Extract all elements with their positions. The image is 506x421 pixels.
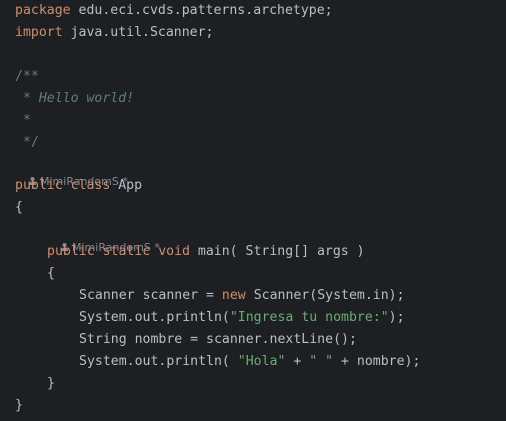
println-close: ); bbox=[388, 310, 405, 325]
code-line-main-decl[interactable]: public static void main( String[] args ) bbox=[47, 241, 365, 263]
keyword-class: class bbox=[70, 178, 111, 193]
code-line-class-decl[interactable]: public class App bbox=[15, 175, 142, 197]
keyword-package: package bbox=[15, 3, 71, 18]
string-literal-hola: "Hola" bbox=[237, 354, 286, 369]
method-close-brace[interactable]: } bbox=[47, 373, 55, 395]
code-line-nextline[interactable]: String nombre = scanner.nextLine(); bbox=[79, 329, 357, 351]
package-name: edu.eci.cvds.patterns.archetype; bbox=[70, 3, 333, 18]
method-open-brace[interactable]: { bbox=[47, 263, 55, 285]
keyword-static: static bbox=[102, 244, 151, 259]
method-author-hint[interactable]: MimiRandomS * bbox=[47, 221, 160, 254]
class-name: App bbox=[110, 178, 143, 193]
doc-comment-line[interactable]: * bbox=[15, 110, 31, 132]
code-line-println-greeting[interactable]: System.out.println( "Hola" + " " + nombr… bbox=[79, 351, 420, 373]
doc-comment-close[interactable]: */ bbox=[15, 132, 39, 154]
println-call: System.out.println( bbox=[79, 354, 238, 369]
class-close-brace[interactable]: } bbox=[15, 395, 23, 417]
method-signature: main( String[] args ) bbox=[189, 244, 365, 259]
class-open-brace[interactable]: { bbox=[15, 197, 23, 219]
code-line-package[interactable]: package edu.eci.cvds.patterns.archetype; bbox=[15, 0, 333, 22]
keyword-void: void bbox=[158, 244, 190, 259]
doc-comment-open[interactable]: /** bbox=[15, 66, 39, 88]
import-name: java.util.Scanner; bbox=[62, 25, 214, 40]
println-call: System.out.println( bbox=[79, 310, 230, 325]
code-line-import[interactable]: import java.util.Scanner; bbox=[15, 22, 214, 44]
keyword-new: new bbox=[221, 288, 246, 303]
keyword-import: import bbox=[15, 25, 63, 40]
concat-op: + bbox=[285, 354, 310, 369]
scanner-ctor: Scanner(System.in); bbox=[245, 288, 405, 303]
string-literal-space: " " bbox=[309, 354, 334, 369]
concat-nombre: + nombre); bbox=[333, 354, 421, 369]
class-author-hint[interactable]: MimiRandomS * bbox=[15, 155, 128, 188]
doc-comment-hello-world[interactable]: * Hello world! bbox=[15, 88, 134, 110]
keyword-public: public bbox=[15, 178, 63, 193]
code-line-println-prompt[interactable]: System.out.println("Ingresa tu nombre:")… bbox=[79, 307, 405, 329]
string-literal-prompt: "Ingresa tu nombre:" bbox=[229, 310, 389, 325]
keyword-public: public bbox=[47, 244, 95, 259]
code-line-scanner[interactable]: Scanner scanner = new Scanner(System.in)… bbox=[79, 285, 405, 307]
code-editor[interactable]: package edu.eci.cvds.patterns.archetype;… bbox=[0, 0, 506, 421]
scanner-decl: Scanner scanner = bbox=[79, 288, 222, 303]
